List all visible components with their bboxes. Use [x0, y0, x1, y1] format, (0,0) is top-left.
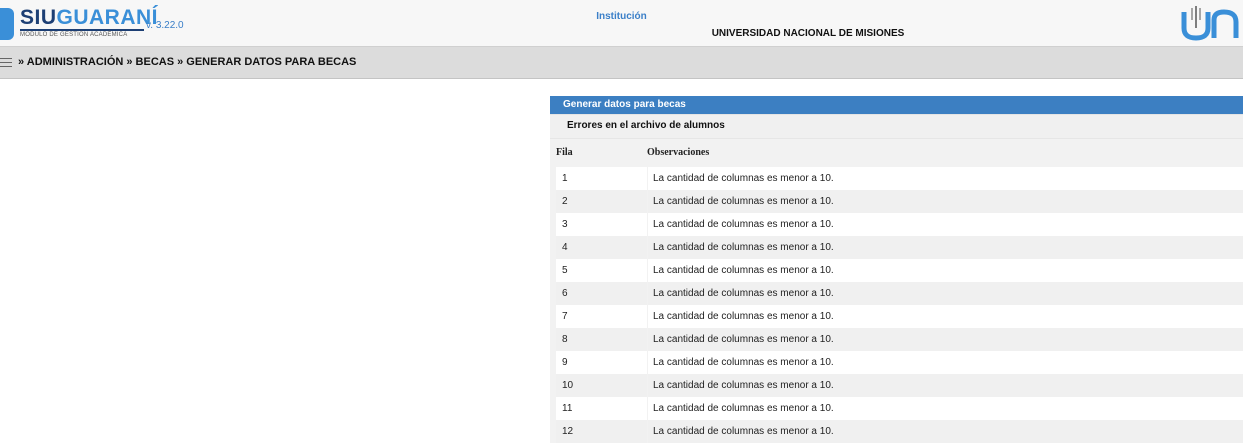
- table-row: 3 La cantidad de columnas es menor a 10.: [556, 213, 1243, 236]
- cell-observacion: La cantidad de columnas es menor a 10.: [648, 282, 1243, 305]
- cell-observacion: La cantidad de columnas es menor a 10.: [648, 167, 1243, 190]
- cell-fila: 10: [556, 374, 647, 397]
- cell-fila: 6: [556, 282, 647, 305]
- table-row: 1 La cantidad de columnas es menor a 10.: [556, 167, 1243, 190]
- generar-datos-panel: Generar datos para becas Errores en el a…: [550, 96, 1243, 443]
- cell-observacion: La cantidad de columnas es menor a 10.: [648, 328, 1243, 351]
- cell-observacion: La cantidad de columnas es menor a 10.: [648, 420, 1243, 443]
- cell-observacion: La cantidad de columnas es menor a 10.: [648, 259, 1243, 282]
- cell-fila: 11: [556, 397, 647, 420]
- table-row: 10 La cantidad de columnas es menor a 10.: [556, 374, 1243, 397]
- breadcrumb-bar: » ADMINISTRACIÓN » BECAS » GENERAR DATOS…: [0, 47, 1243, 79]
- table-row: 8 La cantidad de columnas es menor a 10.: [556, 328, 1243, 351]
- cell-fila: 1: [556, 167, 647, 190]
- table-row: 12 La cantidad de columnas es menor a 10.: [556, 420, 1243, 443]
- table-header: Fila Observaciones: [550, 138, 1243, 167]
- column-header-observaciones: Observaciones: [647, 147, 710, 158]
- cell-fila: 2: [556, 190, 647, 213]
- table-row: 4 La cantidad de columnas es menor a 10.: [556, 236, 1243, 259]
- column-header-fila: Fila: [556, 147, 573, 158]
- app-header: SIUGUARANÍ MÓDULO DE GESTIÓN ACADÉMICA v…: [0, 0, 1243, 47]
- panel-title: Generar datos para becas: [550, 96, 1243, 114]
- cell-fila: 8: [556, 328, 647, 351]
- cell-observacion: La cantidad de columnas es menor a 10.: [648, 351, 1243, 374]
- table-row: 9 La cantidad de columnas es menor a 10.: [556, 351, 1243, 374]
- table-row: 11 La cantidad de columnas es menor a 10.: [556, 397, 1243, 420]
- table-row: 7 La cantidad de columnas es menor a 10.: [556, 305, 1243, 328]
- cell-observacion: La cantidad de columnas es menor a 10.: [648, 305, 1243, 328]
- table-row: 5 La cantidad de columnas es menor a 10.: [556, 259, 1243, 282]
- cell-fila: 5: [556, 259, 647, 282]
- cell-observacion: La cantidad de columnas es menor a 10.: [648, 397, 1243, 420]
- errors-table-body: 1 La cantidad de columnas es menor a 10. …: [550, 167, 1243, 443]
- institution-label: Institución: [596, 11, 647, 22]
- panel-subtitle: Errores en el archivo de alumnos: [550, 114, 1243, 138]
- cell-observacion: La cantidad de columnas es menor a 10.: [648, 213, 1243, 236]
- menu-icon[interactable]: [0, 58, 12, 67]
- breadcrumb: » ADMINISTRACIÓN » BECAS » GENERAR DATOS…: [18, 56, 357, 68]
- cell-observacion: La cantidad de columnas es menor a 10.: [648, 190, 1243, 213]
- table-row: 2 La cantidad de columnas es menor a 10.: [556, 190, 1243, 213]
- cell-fila: 3: [556, 213, 647, 236]
- cell-observacion: La cantidad de columnas es menor a 10.: [648, 236, 1243, 259]
- cell-fila: 9: [556, 351, 647, 374]
- table-row: 6 La cantidad de columnas es menor a 10.: [556, 282, 1243, 305]
- cell-fila: 12: [556, 420, 647, 443]
- institution-name: UNIVERSIDAD NACIONAL DE MISIONES: [711, 28, 905, 39]
- cell-fila: 4: [556, 236, 647, 259]
- university-logo-icon: [1181, 6, 1239, 41]
- cell-fila: 7: [556, 305, 647, 328]
- cell-observacion: La cantidad de columnas es menor a 10.: [648, 374, 1243, 397]
